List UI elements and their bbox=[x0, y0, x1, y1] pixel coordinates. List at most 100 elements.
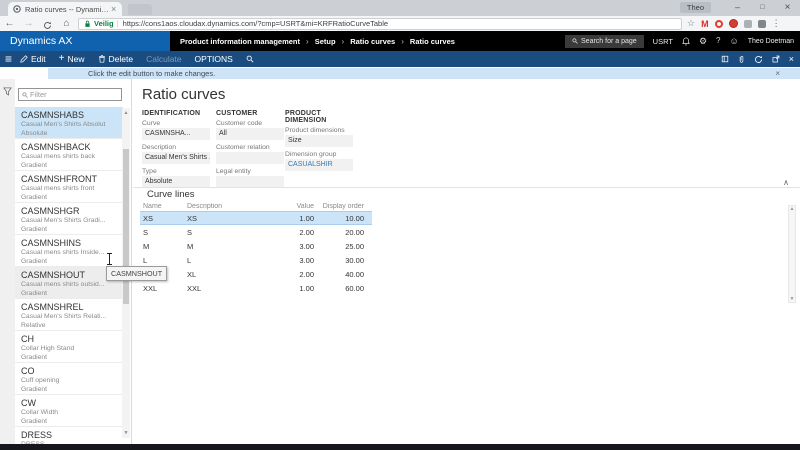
list-item[interactable]: CASMNSHREL Casual Men's Shirts Relati...… bbox=[15, 299, 123, 331]
column-header-description[interactable]: Description bbox=[184, 203, 270, 210]
command-search-button[interactable] bbox=[246, 55, 254, 63]
bookmark-star-icon[interactable]: ☆ bbox=[687, 18, 695, 29]
field-label: Description bbox=[142, 144, 214, 151]
tab-close-icon[interactable]: × bbox=[111, 5, 116, 13]
chevron-up-icon[interactable]: ∧ bbox=[783, 178, 789, 187]
home-icon[interactable]: ⌂ bbox=[57, 16, 76, 31]
curve-lines-title[interactable]: Curve lines bbox=[147, 189, 195, 200]
scroll-down-icon[interactable]: ▼ bbox=[789, 296, 795, 302]
list-item[interactable]: CH Collar High Stand Gradient bbox=[15, 331, 123, 363]
extension-ring-icon[interactable] bbox=[715, 20, 723, 28]
scroll-up-icon[interactable]: ▲ bbox=[122, 109, 130, 117]
breadcrumb-item[interactable]: Product information management bbox=[180, 37, 315, 46]
notification-close-icon[interactable]: × bbox=[775, 69, 780, 78]
help-button[interactable]: ? bbox=[716, 36, 720, 46]
extension-square2-icon[interactable] bbox=[758, 20, 766, 28]
scroll-down-icon[interactable]: ▼ bbox=[122, 429, 130, 437]
list-item[interactable]: CASMNSHINS Casual mens shirts Inside... … bbox=[15, 235, 123, 267]
user-name[interactable]: Theo Doetman bbox=[748, 38, 794, 45]
table-row[interactable]: S S 2.00 20.00 bbox=[140, 225, 372, 239]
filter-input[interactable] bbox=[30, 90, 118, 99]
window-minimize-button[interactable]: – bbox=[725, 0, 750, 15]
column-header-display-order[interactable]: Display order bbox=[314, 203, 364, 210]
breadcrumb: Product information management Setup Rat… bbox=[180, 37, 455, 46]
field-value[interactable] bbox=[216, 152, 284, 164]
field-value[interactable]: CASUALSHIR bbox=[285, 159, 353, 171]
window-maximize-button[interactable]: □ bbox=[750, 0, 775, 15]
list-item-description: Casual Men's Shirts Absolut bbox=[21, 121, 120, 130]
list-item[interactable]: CO Cuff opening Gradient bbox=[15, 363, 123, 395]
extension-square-icon[interactable] bbox=[744, 20, 752, 28]
breadcrumb-item[interactable]: Setup bbox=[315, 37, 351, 46]
column-header-name[interactable]: Name bbox=[140, 203, 184, 210]
list-item[interactable]: DRESS DRESS bbox=[15, 427, 123, 444]
scroll-up-icon[interactable]: ▲ bbox=[789, 206, 795, 212]
feedback-smiley-icon[interactable]: ☺ bbox=[729, 36, 738, 46]
edit-button[interactable]: Edit bbox=[20, 54, 46, 64]
cell-description: XXL bbox=[184, 284, 270, 293]
company-picker[interactable]: USRT bbox=[653, 37, 673, 46]
field-value[interactable]: All bbox=[216, 128, 284, 140]
address-bar[interactable]: Veilig | https://cons1aos.cloudax.dynami… bbox=[78, 18, 682, 30]
table-row[interactable]: L L 3.00 30.00 bbox=[140, 253, 372, 267]
dynamics-logo[interactable]: Dynamics AX bbox=[0, 31, 170, 51]
browser-tab-bar: Ratio curves -- Dynamic... × Theo – □ × bbox=[0, 0, 800, 16]
section-header: CUSTOMER bbox=[216, 110, 288, 117]
list-item-description: Casual mens shirts outsid... bbox=[21, 281, 120, 290]
cell-name: XXL bbox=[140, 284, 184, 293]
office-icon[interactable] bbox=[721, 55, 729, 63]
back-icon[interactable]: ← bbox=[0, 16, 19, 31]
tab-title: Ratio curves -- Dynamic... bbox=[25, 5, 109, 14]
list-item[interactable]: CW Collar Width Gradient bbox=[15, 395, 123, 427]
table-row[interactable]: M M 3.00 25.00 bbox=[140, 239, 372, 253]
gear-icon[interactable]: ⚙ bbox=[699, 36, 707, 46]
refresh-icon[interactable] bbox=[754, 55, 763, 64]
url-text[interactable]: https://cons1aos.cloudax.dynamics.com/?c… bbox=[123, 19, 388, 28]
browser-menu-icon[interactable]: ⋮ bbox=[772, 18, 781, 29]
gmail-extension-icon[interactable]: M bbox=[701, 19, 709, 29]
filter-funnel-icon[interactable] bbox=[3, 87, 12, 96]
form-field: Dimension group CASUALSHIR bbox=[285, 151, 357, 171]
list-item-name: CASMNSHABS bbox=[21, 110, 120, 120]
new-tab-button[interactable] bbox=[128, 4, 152, 15]
column-header-value[interactable]: Value bbox=[270, 203, 314, 210]
screen: Ratio curves -- Dynamic... × Theo – □ × … bbox=[0, 0, 800, 450]
field-value[interactable]: CASMNSHA... bbox=[142, 128, 210, 140]
page-search-button[interactable]: Search for a page bbox=[565, 35, 644, 48]
breadcrumb-item[interactable]: Ratio curves bbox=[410, 37, 455, 46]
browser-tab[interactable]: Ratio curves -- Dynamic... × bbox=[8, 2, 122, 16]
cell-display-order: 25.00 bbox=[314, 242, 364, 251]
breadcrumb-item[interactable]: Ratio curves bbox=[350, 37, 410, 46]
hamburger-icon[interactable]: ≡ bbox=[5, 54, 12, 64]
identification-section: IDENTIFICATION Curve CASMNSHA... Descrip… bbox=[142, 110, 214, 192]
field-value[interactable]: Casual Men's Shirts ... bbox=[142, 152, 210, 164]
list-item[interactable]: CASMNSHFRONT Casual mens shirts front Gr… bbox=[15, 171, 123, 203]
close-pane-icon[interactable]: × bbox=[789, 54, 794, 64]
filter-box[interactable] bbox=[18, 88, 122, 101]
extension-dot-icon[interactable] bbox=[729, 19, 738, 28]
form-field: Type Absolute bbox=[142, 168, 214, 188]
window-close-button[interactable]: × bbox=[775, 0, 800, 15]
list-item-description: Casual mens shirts Inside... bbox=[21, 249, 120, 258]
delete-button[interactable]: Delete bbox=[98, 54, 134, 64]
table-row[interactable]: XL XL 2.00 40.00 bbox=[140, 267, 372, 281]
bell-icon[interactable] bbox=[682, 37, 690, 46]
grid-scrollbar[interactable]: ▲ ▼ bbox=[788, 205, 796, 303]
table-row[interactable]: XXL XXL 1.00 60.00 bbox=[140, 281, 372, 295]
form-field: Legal entity bbox=[216, 168, 288, 188]
notification-bar: Click the edit button to make changes. × bbox=[48, 68, 800, 79]
list-item[interactable]: CASMNSHGR Casual Men's Shirts Gradi... G… bbox=[15, 203, 123, 235]
reload-icon[interactable] bbox=[38, 18, 57, 30]
edit-label: Edit bbox=[31, 54, 46, 64]
cell-display-order: 20.00 bbox=[314, 228, 364, 237]
list-item[interactable]: CASMNSHABS Casual Men's Shirts Absolut A… bbox=[15, 107, 123, 139]
open-in-new-window-icon[interactable] bbox=[772, 55, 780, 63]
list-item[interactable]: CASMNSHBACK Casual mens shirts back Grad… bbox=[15, 139, 123, 171]
forward-icon[interactable]: → bbox=[19, 16, 38, 31]
attachments-paperclip-icon[interactable] bbox=[738, 55, 745, 64]
new-button[interactable]: + New bbox=[59, 54, 85, 64]
browser-profile-chip[interactable]: Theo bbox=[680, 2, 711, 13]
options-menu[interactable]: OPTIONS bbox=[195, 54, 233, 64]
field-value[interactable]: Size bbox=[285, 135, 353, 147]
table-row[interactable]: XS XS 1.00 10.00 bbox=[140, 211, 372, 225]
